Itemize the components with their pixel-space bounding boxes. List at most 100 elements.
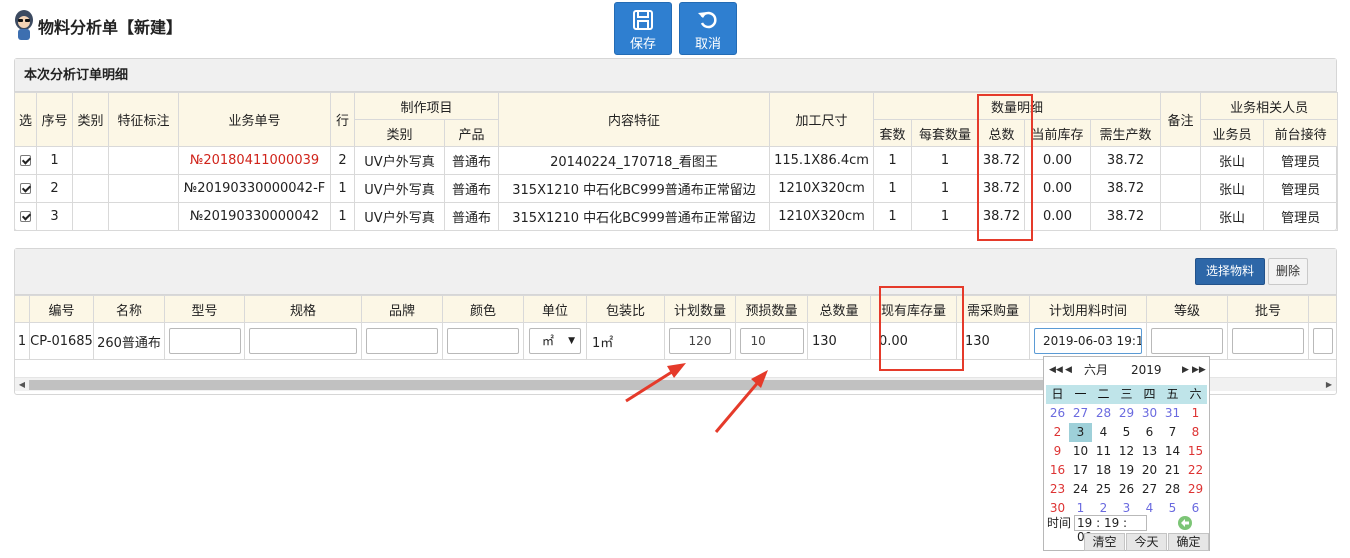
scrollbar-thumb[interactable] bbox=[29, 380, 1059, 390]
order-seq: 3 bbox=[36, 202, 73, 231]
order-per-set: 1 bbox=[911, 146, 980, 175]
planned-qty-input[interactable]: 120 bbox=[669, 328, 731, 354]
order-line: 2 bbox=[330, 146, 355, 175]
calendar-day[interactable]: 14 bbox=[1161, 442, 1184, 461]
calendar-day[interactable]: 2 bbox=[1046, 423, 1069, 442]
calendar-year[interactable]: 2019 bbox=[1131, 357, 1162, 383]
calendar-day[interactable]: 21 bbox=[1161, 461, 1184, 480]
table-row[interactable]: 1 №20180411000039 2 UV户外写真 普通布 20140224_17071… bbox=[14, 146, 1339, 175]
calendar-day[interactable]: 15 bbox=[1184, 442, 1207, 461]
col-batch-no: 批号 bbox=[1227, 295, 1309, 323]
material-toolbar bbox=[15, 249, 1336, 295]
grade-input[interactable] bbox=[1151, 328, 1223, 354]
calendar-day[interactable]: 18 bbox=[1092, 461, 1115, 480]
clear-button[interactable]: 清空 bbox=[1084, 533, 1125, 551]
calendar-day[interactable]: 10 bbox=[1069, 442, 1092, 461]
cancel-label: 取消 bbox=[694, 37, 721, 52]
prev-year-icon[interactable]: ◀◀ bbox=[1049, 357, 1063, 383]
col-process-size: 加工尺寸 bbox=[769, 92, 875, 147]
calendar-week: 2345678 bbox=[1046, 423, 1207, 442]
calendar-day[interactable]: 27 bbox=[1138, 480, 1161, 499]
order-product: 普通布 bbox=[443, 174, 500, 203]
order-seq: 2 bbox=[36, 174, 73, 203]
brand-input[interactable] bbox=[366, 328, 438, 354]
material-table: 编号 名称 型号 规格 品牌 颜色 单位 包装比 计划数量 预损数量 总数量 现… bbox=[15, 295, 1336, 323]
row-checkbox[interactable] bbox=[20, 155, 31, 166]
row-checkbox[interactable] bbox=[20, 211, 31, 222]
order-content: 20140224_170718_看图王 bbox=[498, 146, 771, 175]
today-button[interactable]: 今天 bbox=[1126, 533, 1167, 551]
delete-button[interactable]: 删除 bbox=[1268, 258, 1308, 285]
calendar-day[interactable]: 25 bbox=[1092, 480, 1115, 499]
col-current-stock: 当前库存 bbox=[1024, 119, 1092, 147]
calendar-day[interactable]: 5 bbox=[1115, 423, 1138, 442]
calendar-day[interactable]: 26 bbox=[1046, 404, 1069, 423]
unit-select[interactable]: ㎡ ▼ bbox=[529, 328, 581, 354]
calendar-day[interactable]: 28 bbox=[1161, 480, 1184, 499]
spec-input[interactable] bbox=[249, 328, 357, 354]
calendar-day[interactable]: 23 bbox=[1046, 480, 1069, 499]
calendar-day[interactable]: 17 bbox=[1069, 461, 1092, 480]
material-total-qty: 130 bbox=[807, 322, 871, 360]
next-year-icon[interactable]: ▶▶ bbox=[1192, 357, 1206, 383]
prev-month-icon[interactable]: ◀ bbox=[1065, 357, 1072, 383]
cancel-button[interactable]: 取消 bbox=[679, 2, 737, 55]
col-staff: 业务相关人员 bbox=[1200, 92, 1339, 120]
calendar-day[interactable]: 3 bbox=[1069, 423, 1092, 442]
next-month-icon[interactable]: ▶ bbox=[1182, 357, 1189, 383]
table-row[interactable]: 2 №20190330000042-F 1 UV户外写真 普通布 315X1210 中石化… bbox=[14, 174, 1339, 203]
calendar-day[interactable]: 6 bbox=[1138, 423, 1161, 442]
row-checkbox[interactable] bbox=[20, 183, 31, 194]
confirm-button[interactable]: 确定 bbox=[1168, 533, 1209, 551]
calendar-day[interactable]: 16 bbox=[1046, 461, 1069, 480]
order-product: 普通布 bbox=[443, 202, 500, 231]
model-input[interactable] bbox=[168, 328, 241, 354]
order-front-desk: 管理员 bbox=[1263, 146, 1339, 175]
calendar-day[interactable]: 28 bbox=[1092, 404, 1115, 423]
batch-no-input[interactable] bbox=[1232, 328, 1304, 354]
calendar-day[interactable]: 27 bbox=[1069, 404, 1092, 423]
scroll-left-icon[interactable]: ◀ bbox=[15, 378, 29, 392]
planned-use-time-input[interactable]: 2019-06-03 19:1 bbox=[1034, 328, 1142, 354]
calendar-day[interactable]: 26 bbox=[1115, 480, 1138, 499]
calendar-day[interactable]: 11 bbox=[1092, 442, 1115, 461]
reset-time-icon[interactable] bbox=[1177, 515, 1193, 531]
order-feature-note bbox=[108, 146, 179, 175]
calendar-day[interactable]: 29 bbox=[1115, 404, 1138, 423]
calendar-day[interactable]: 22 bbox=[1184, 461, 1207, 480]
col-required-production: 需生产数 bbox=[1090, 119, 1162, 147]
date-picker: ◀◀ ◀ 六月 2019 ▶ ▶▶ 日一二三四五六 26 27 28 29 30 31 1 2 3… bbox=[1043, 356, 1210, 551]
order-panel-title: 本次分析订单明细 bbox=[15, 59, 1336, 92]
calendar-day[interactable]: 29 bbox=[1184, 480, 1207, 499]
material-row: 1 CP-01685 260普通布 ㎡ ▼ 1㎡ 120 10 130 0.00 … bbox=[15, 322, 1336, 360]
calendar-day[interactable]: 12 bbox=[1115, 442, 1138, 461]
calendar-day[interactable]: 9 bbox=[1046, 442, 1069, 461]
color-input[interactable] bbox=[447, 328, 519, 354]
calendar-day[interactable]: 1 bbox=[1184, 404, 1207, 423]
col-planned-qty: 计划数量 bbox=[664, 295, 736, 323]
col-production-item: 制作项目 bbox=[353, 92, 500, 120]
scroll-right-icon[interactable]: ▶ bbox=[1322, 378, 1336, 392]
calendar-day[interactable]: 31 bbox=[1161, 404, 1184, 423]
order-prod-category: UV户外写真 bbox=[354, 146, 445, 175]
time-input[interactable]: 19 : 19 : 00 ▴▾ bbox=[1074, 515, 1148, 544]
time-label: 时间 bbox=[1047, 516, 1072, 530]
calendar-month[interactable]: 六月 bbox=[1084, 357, 1108, 383]
select-material-button[interactable]: 选择物料 bbox=[1195, 258, 1265, 285]
calendar-day[interactable]: 7 bbox=[1161, 423, 1184, 442]
order-size: 1210X320cm bbox=[769, 202, 875, 231]
calendar-day[interactable]: 20 bbox=[1138, 461, 1161, 480]
loss-qty-input[interactable]: 10 bbox=[739, 328, 804, 354]
table-row[interactable]: 3 №20190330000042 1 UV户外写真 普通布 315X1210 中石化BC… bbox=[14, 202, 1339, 231]
calendar-day[interactable]: 8 bbox=[1184, 423, 1207, 442]
col-spec: 规格 bbox=[244, 295, 362, 323]
save-button[interactable]: 保存 bbox=[614, 2, 672, 55]
calendar-day[interactable]: 24 bbox=[1069, 480, 1092, 499]
order-content: 315X1210 中石化BC999普通布正常留边 bbox=[498, 174, 771, 203]
calendar-day[interactable]: 13 bbox=[1138, 442, 1161, 461]
overflow-input[interactable] bbox=[1313, 328, 1333, 354]
calendar-day[interactable]: 19 bbox=[1115, 461, 1138, 480]
order-stock: 0.00 bbox=[1024, 146, 1092, 175]
calendar-day[interactable]: 4 bbox=[1092, 423, 1115, 442]
calendar-day[interactable]: 30 bbox=[1138, 404, 1161, 423]
